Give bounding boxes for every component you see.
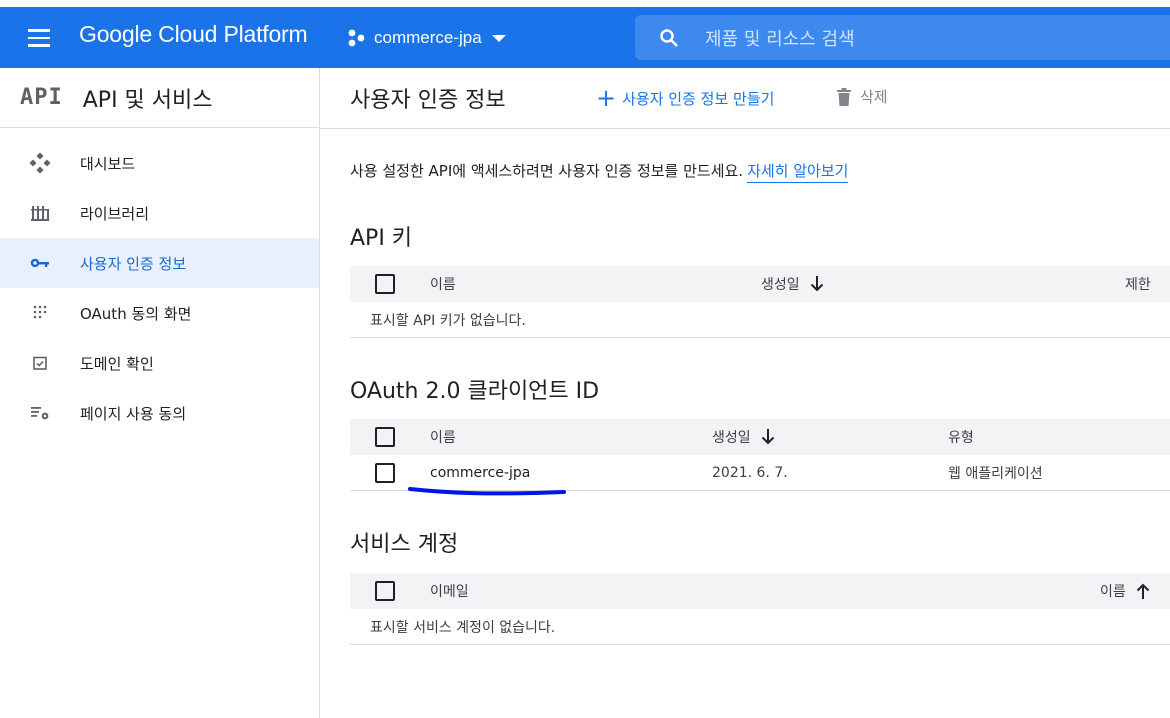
main-content: 사용자 인증 정보 + 사용자 인증 정보 만들기 삭제 사용 설정한 API에… bbox=[320, 68, 1170, 718]
client-type: 웹 애플리케이션 bbox=[948, 465, 1043, 482]
arrow-down-icon bbox=[810, 276, 823, 292]
client-name-link[interactable]: commerce-jpa bbox=[430, 465, 530, 481]
column-created-label: 생성일 bbox=[712, 430, 751, 446]
arrow-up-icon bbox=[1136, 583, 1149, 599]
client-created-date: 2021. 6. 7. bbox=[712, 464, 788, 481]
oauth-section-title: OAuth 2.0 클라이언트 ID bbox=[350, 379, 600, 404]
sidebar-item-label: 페이지 사용 동의 bbox=[80, 404, 187, 423]
sidebar-item-library[interactable]: 라이브러리 bbox=[0, 188, 319, 238]
sidebar-item-oauth-consent[interactable]: OAuth 동의 화면 bbox=[0, 288, 319, 338]
project-name: commerce-jpa bbox=[374, 28, 482, 47]
service-accounts-section-title: 서비스 계정 bbox=[350, 532, 459, 557]
top-strip bbox=[0, 0, 1170, 7]
create-credentials-label: 사용자 인증 정보 만들기 bbox=[622, 89, 775, 108]
sidebar-item-label: 사용자 인증 정보 bbox=[80, 254, 187, 273]
column-name-label: 이름 bbox=[1100, 584, 1126, 600]
select-all-checkbox[interactable] bbox=[375, 274, 395, 294]
intro-text: 사용 설정한 API에 액세스하려면 사용자 인증 정보를 만드세요. 자세히 알… bbox=[350, 160, 849, 183]
page-header: 사용자 인증 정보 + 사용자 인증 정보 만들기 삭제 bbox=[320, 68, 1170, 129]
brand-title[interactable]: Google Cloud Platform bbox=[79, 21, 308, 48]
sidebar-item-domain-verification[interactable]: 도메인 확인 bbox=[0, 338, 319, 388]
search-input[interactable]: 제품 및 리소스 검색 bbox=[635, 15, 1170, 60]
column-name[interactable]: 이름 bbox=[430, 274, 456, 294]
sidebar-header: API API 및 서비스 bbox=[0, 68, 319, 128]
learn-more-link[interactable]: 자세히 알아보기 bbox=[747, 162, 849, 183]
arrow-down-icon bbox=[761, 429, 774, 445]
column-created-date[interactable]: 생성일 bbox=[761, 274, 824, 294]
create-credentials-button[interactable]: + 사용자 인증 정보 만들기 bbox=[596, 86, 774, 110]
handwritten-underline-annotation bbox=[408, 487, 566, 496]
row-checkbox[interactable] bbox=[375, 462, 395, 483]
sidebar-nav: 대시보드 라이브러리 사용자 인증 정보 OAuth 동의 화면 도메인 확인 … bbox=[0, 138, 319, 438]
empty-message: 표시할 API 키가 없습니다. bbox=[370, 312, 526, 329]
plus-icon: + bbox=[596, 84, 617, 112]
column-restrictions[interactable]: 제한 bbox=[1125, 274, 1151, 294]
library-icon bbox=[0, 204, 80, 222]
settings-list-icon bbox=[0, 405, 80, 421]
sidebar-item-label: 대시보드 bbox=[80, 154, 136, 173]
sidebar-title: API 및 서비스 bbox=[82, 87, 213, 113]
empty-message: 표시할 서비스 계정이 없습니다. bbox=[370, 619, 556, 636]
chevron-down-icon bbox=[491, 34, 506, 42]
page-title: 사용자 인증 정보 bbox=[350, 88, 506, 113]
dashboard-icon bbox=[0, 152, 80, 174]
sidebar-item-label: 도메인 확인 bbox=[80, 354, 154, 373]
search-placeholder: 제품 및 리소스 검색 bbox=[705, 28, 855, 50]
trash-icon bbox=[837, 87, 851, 106]
empty-row: 표시할 API 키가 없습니다. bbox=[350, 302, 1170, 338]
key-icon bbox=[0, 257, 80, 269]
consent-dots-icon bbox=[0, 304, 80, 322]
delete-label: 삭제 bbox=[860, 88, 888, 106]
api-keys-section-title: API 키 bbox=[350, 226, 413, 251]
column-created-date[interactable]: 생성일 bbox=[712, 427, 775, 447]
column-name[interactable]: 이름 bbox=[1100, 581, 1150, 601]
domain-check-icon bbox=[0, 355, 80, 371]
search-icon bbox=[660, 28, 678, 47]
select-all-checkbox[interactable] bbox=[375, 427, 395, 447]
top-app-bar: Google Cloud Platform commerce-jpa 제품 및 … bbox=[0, 7, 1170, 68]
empty-row: 표시할 서비스 계정이 없습니다. bbox=[350, 609, 1170, 645]
project-selector[interactable]: commerce-jpa bbox=[346, 23, 506, 53]
column-created-label: 생성일 bbox=[761, 277, 800, 293]
sidebar-item-page-usage-consent[interactable]: 페이지 사용 동의 bbox=[0, 388, 319, 438]
column-email[interactable]: 이메일 bbox=[430, 581, 469, 601]
api-keys-table: 이름 생성일 제한 표시할 API 키가 없습니다. bbox=[350, 266, 1170, 338]
oauth-clients-table: 이름 생성일 유형 commerce-jpa 2021. 6. 7. 웹 애플리… bbox=[350, 419, 1170, 496]
project-dots-icon bbox=[348, 29, 365, 47]
column-type[interactable]: 유형 bbox=[948, 427, 974, 447]
select-all-checkbox[interactable] bbox=[375, 581, 395, 601]
sidebar-item-label: OAuth 동의 화면 bbox=[80, 304, 192, 323]
column-name[interactable]: 이름 bbox=[430, 427, 456, 447]
delete-button[interactable]: 삭제 bbox=[836, 86, 888, 107]
table-header: 이메일 이름 bbox=[350, 573, 1170, 609]
service-accounts-table: 이메일 이름 표시할 서비스 계정이 없습니다. bbox=[350, 573, 1170, 645]
sidebar-item-label: 라이브러리 bbox=[80, 204, 150, 223]
intro-description: 사용 설정한 API에 액세스하려면 사용자 인증 정보를 만드세요. bbox=[350, 162, 744, 180]
sidebar-item-credentials[interactable]: 사용자 인증 정보 bbox=[0, 238, 319, 288]
api-logo: API bbox=[20, 85, 63, 110]
hamburger-menu-icon[interactable] bbox=[24, 24, 54, 52]
table-header: 이름 생성일 유형 bbox=[350, 419, 1170, 455]
sidebar-item-dashboard[interactable]: 대시보드 bbox=[0, 138, 319, 188]
table-header: 이름 생성일 제한 bbox=[350, 266, 1170, 302]
sidebar: API API 및 서비스 대시보드 라이브러리 사용자 인증 정보 OAuth… bbox=[0, 68, 320, 718]
